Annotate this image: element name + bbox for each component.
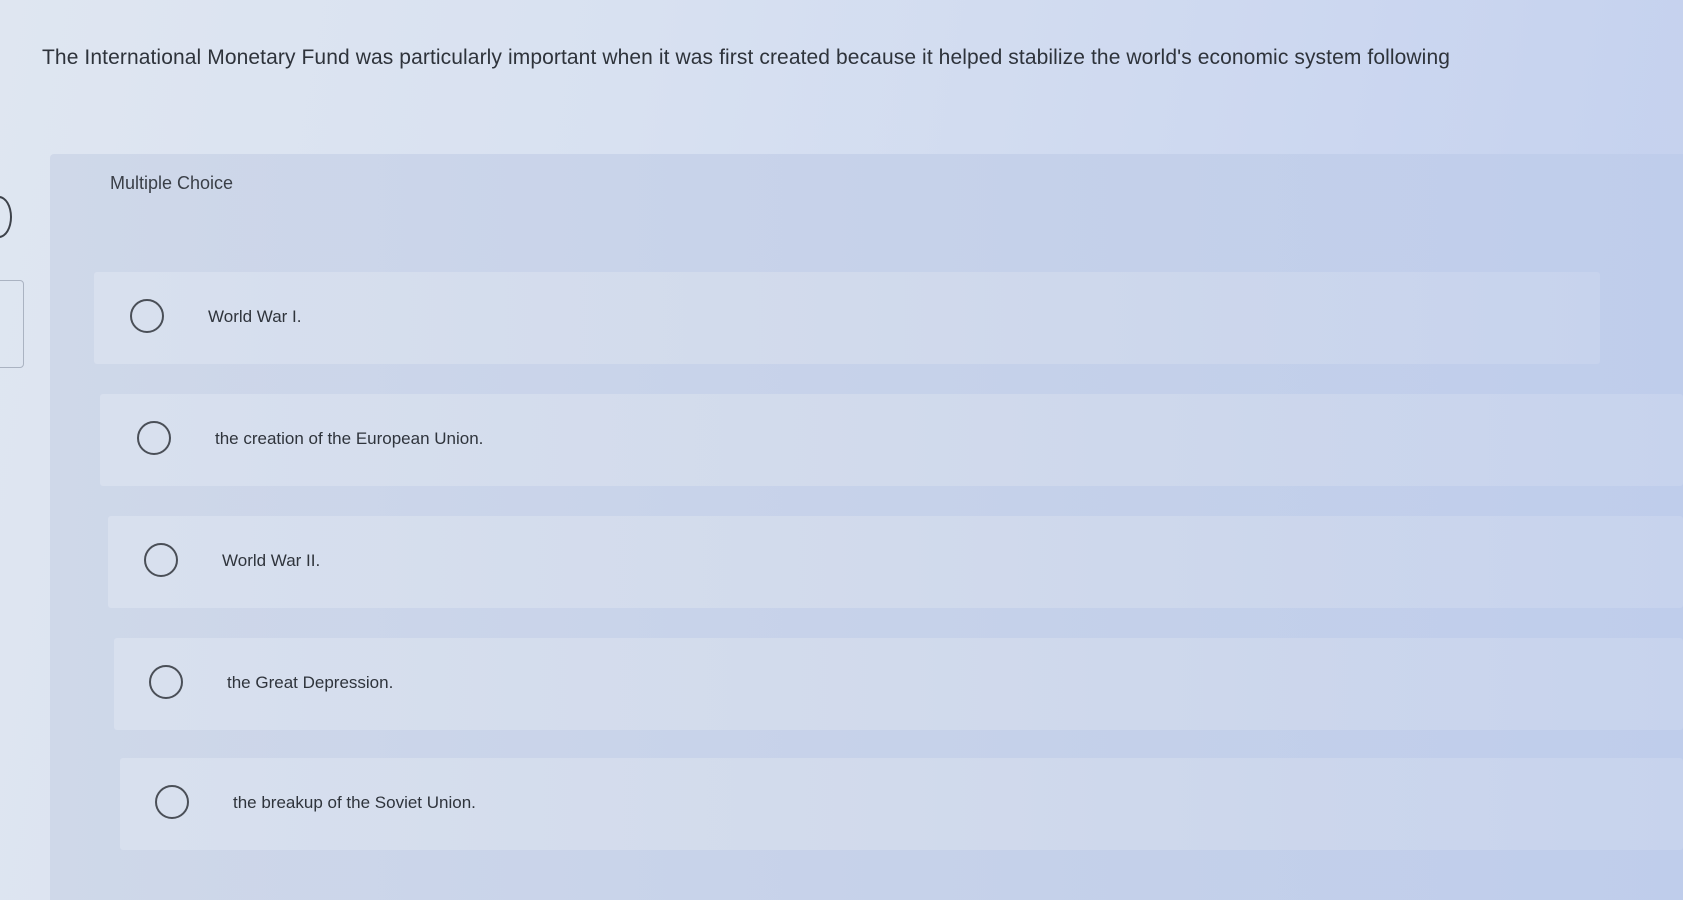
radio-button-icon[interactable] bbox=[137, 421, 171, 455]
question-text: The International Monetary Fund was part… bbox=[42, 46, 1451, 69]
side-edge-control bbox=[0, 196, 12, 238]
radio-button-icon[interactable] bbox=[130, 299, 164, 333]
choice-option-4[interactable]: the Great Depression. bbox=[114, 638, 1683, 730]
choice-option-3[interactable]: World War II. bbox=[108, 516, 1683, 608]
radio-button-icon[interactable] bbox=[155, 785, 189, 819]
radio-button-icon[interactable] bbox=[144, 543, 178, 577]
choice-label: the creation of the European Union. bbox=[215, 429, 484, 448]
multiple-choice-label: Multiple Choice bbox=[110, 173, 234, 193]
radio-button-icon[interactable] bbox=[149, 665, 183, 699]
choice-label: the breakup of the Soviet Union. bbox=[233, 793, 476, 812]
choice-option-1[interactable]: World War I. bbox=[94, 272, 1600, 364]
choice-label: World War II. bbox=[222, 551, 321, 570]
choice-option-2[interactable]: the creation of the European Union. bbox=[100, 394, 1683, 486]
choice-label: World War I. bbox=[208, 307, 302, 326]
side-edge-tab bbox=[0, 280, 24, 368]
choice-option-5[interactable]: the breakup of the Soviet Union. bbox=[120, 758, 1683, 850]
choice-label: the Great Depression. bbox=[227, 673, 394, 692]
